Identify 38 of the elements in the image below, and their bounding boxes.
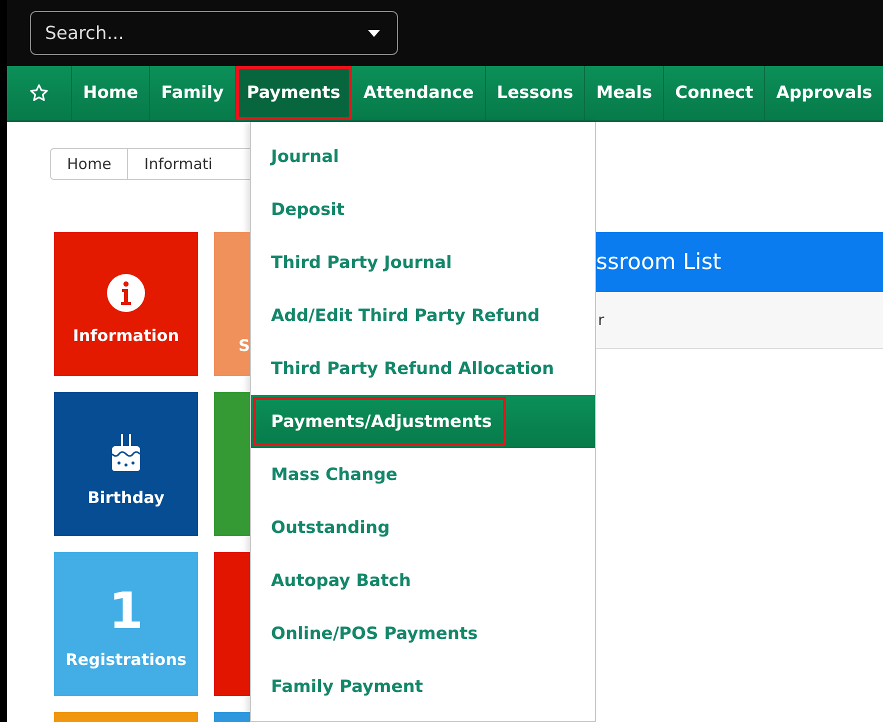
tile[interactable]: Birthday bbox=[54, 392, 198, 536]
tile-label: Registrations bbox=[65, 650, 186, 668]
nav-item[interactable]: Home bbox=[72, 66, 150, 120]
nav-item[interactable]: Lessons bbox=[486, 66, 586, 120]
nav-item[interactable]: Connect bbox=[664, 66, 766, 120]
tile-label: Birthday bbox=[88, 488, 164, 506]
breadcrumb-link[interactable]: Home bbox=[51, 149, 128, 179]
table-cell: r bbox=[598, 311, 604, 329]
menu-item[interactable]: Third Party Refund Allocation bbox=[251, 342, 595, 395]
menu-item[interactable]: Deposit bbox=[251, 183, 595, 236]
menu-item[interactable]: Payments/Adjustments bbox=[251, 395, 595, 448]
tile[interactable] bbox=[214, 552, 250, 696]
menu-item[interactable]: Third Party Journal bbox=[251, 236, 595, 289]
caret-icon bbox=[368, 30, 380, 37]
tile[interactable]: 1 Registrations bbox=[54, 552, 198, 696]
nav-item[interactable]: Payments bbox=[236, 66, 352, 120]
nav-item[interactable]: Approvals bbox=[765, 66, 883, 120]
menu-item[interactable]: Outstanding bbox=[251, 501, 595, 554]
tile[interactable]: Information bbox=[54, 232, 198, 376]
tile[interactable]: S bbox=[214, 232, 250, 376]
nav-item[interactable]: Meals bbox=[585, 66, 664, 120]
star-icon[interactable] bbox=[29, 83, 49, 103]
tile-label: S bbox=[238, 336, 250, 354]
menu-item[interactable]: Mass Change bbox=[251, 448, 595, 501]
search-field[interactable]: Search... bbox=[30, 11, 398, 55]
menu-item[interactable]: Family Payment bbox=[251, 660, 595, 713]
info-icon bbox=[107, 274, 145, 312]
breadcrumb-link[interactable]: Informati bbox=[128, 149, 250, 179]
menu-item[interactable]: Online/POS Payments bbox=[251, 607, 595, 660]
tile-count: 1 bbox=[108, 586, 144, 636]
menu-item[interactable]: Add/Edit Third Party Refund bbox=[251, 289, 595, 342]
panel-title: ssroom List bbox=[596, 250, 722, 274]
nav-item[interactable]: Attendance bbox=[352, 66, 486, 120]
cake-icon bbox=[109, 432, 143, 474]
tile[interactable] bbox=[214, 392, 250, 536]
tile-label: Information bbox=[72, 326, 180, 344]
menu-item[interactable]: Journal bbox=[251, 130, 595, 183]
menu-item[interactable]: Autopay Batch bbox=[251, 554, 595, 607]
